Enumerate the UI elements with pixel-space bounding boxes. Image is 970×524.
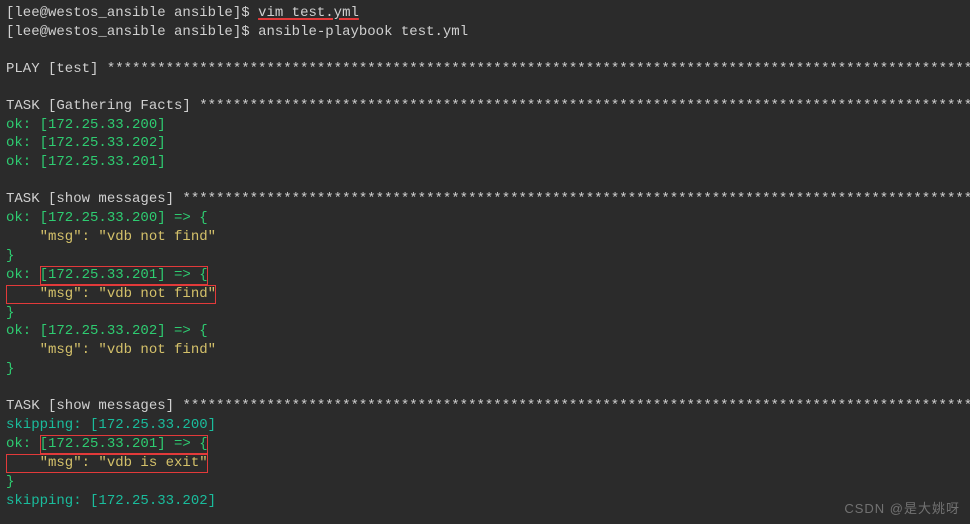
task-stars: ****************************************… [182, 398, 970, 414]
task-show-messages-header: TASK [show messages] *******************… [0, 397, 970, 416]
msg-result-close: } [0, 360, 970, 379]
red-highlight-box: [172.25.33.201] => { [40, 435, 208, 454]
ok-prefix: ok: [6, 267, 40, 283]
play-label: PLAY [test] [6, 61, 107, 77]
msg-result-open-highlighted: ok: [172.25.33.201] => { [0, 266, 970, 285]
spacer [0, 172, 970, 190]
command-vim: vim test.yml [258, 5, 359, 21]
red-highlight-box: "msg": "vdb is exit" [6, 454, 208, 473]
task-stars: ****************************************… [199, 98, 970, 114]
msg-result-open-highlighted: ok: [172.25.33.201] => { [0, 435, 970, 454]
msg-result-open: ok: [172.25.33.200] => { [0, 209, 970, 228]
task-label: TASK [show messages] [6, 191, 182, 207]
spacer [0, 42, 970, 60]
msg-result-close: } [0, 304, 970, 323]
play-header: PLAY [test] ****************************… [0, 60, 970, 79]
prompt-symbol: $ [241, 24, 249, 40]
prompt-line: [lee@westos_ansible ansible]$ vim test.y… [0, 4, 970, 23]
prompt-user-host: [lee@westos_ansible ansible] [6, 5, 241, 21]
task-gathering-facts-header: TASK [Gathering Facts] *****************… [0, 97, 970, 116]
task-stars: ****************************************… [182, 191, 970, 207]
facts-result: ok: [172.25.33.200] [0, 116, 970, 135]
prompt-user-host: [lee@westos_ansible ansible] [6, 24, 241, 40]
spacer [0, 379, 970, 397]
msg-result-body-highlighted: "msg": "vdb not find" [0, 285, 970, 304]
msg-result-close: } [0, 247, 970, 266]
facts-result: ok: [172.25.33.201] [0, 153, 970, 172]
prompt-symbol: $ [241, 5, 249, 21]
command-ansible-playbook: ansible-playbook test.yml [258, 24, 468, 40]
task-show-messages-header: TASK [show messages] *******************… [0, 190, 970, 209]
msg-result-body: "msg": "vdb not find" [0, 228, 970, 247]
ok-prefix: ok: [6, 436, 40, 452]
spacer [0, 79, 970, 97]
msg-result-body-highlighted: "msg": "vdb is exit" [0, 454, 970, 473]
skipping-result: skipping: [172.25.33.200] [0, 416, 970, 435]
msg-result-body: "msg": "vdb not find" [0, 341, 970, 360]
task-label: TASK [Gathering Facts] [6, 98, 199, 114]
skipping-result: skipping: [172.25.33.202] [0, 492, 970, 511]
red-highlight-box: "msg": "vdb not find" [6, 285, 216, 304]
task-label: TASK [show messages] [6, 398, 182, 414]
msg-result-open: ok: [172.25.33.202] => { [0, 322, 970, 341]
play-stars: ****************************************… [107, 61, 970, 77]
facts-result: ok: [172.25.33.202] [0, 134, 970, 153]
watermark: CSDN @是大姚呀 [844, 500, 960, 518]
red-highlight-box: [172.25.33.201] => { [40, 266, 208, 285]
msg-result-close: } [0, 473, 970, 492]
prompt-line: [lee@westos_ansible ansible]$ ansible-pl… [0, 23, 970, 42]
